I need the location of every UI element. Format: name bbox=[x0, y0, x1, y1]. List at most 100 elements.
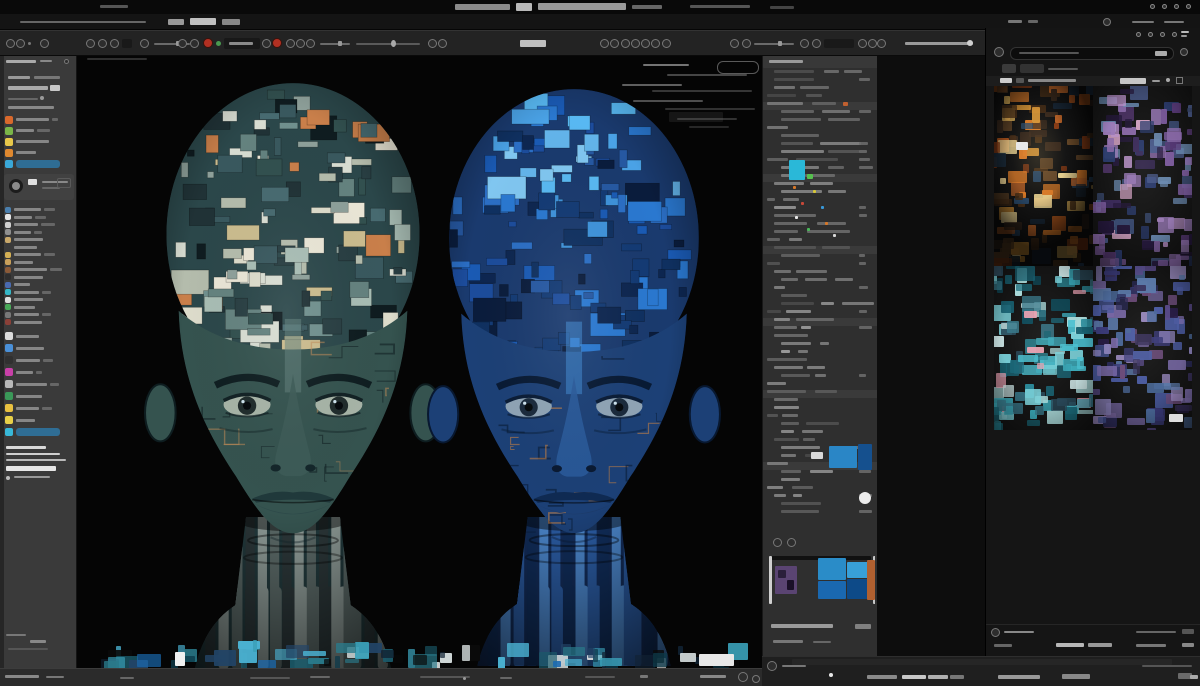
panel-icon[interactable] bbox=[787, 538, 796, 547]
value-chip[interactable] bbox=[50, 85, 60, 91]
list-item[interactable] bbox=[5, 236, 75, 244]
tool-button[interactable] bbox=[190, 39, 199, 48]
property-row[interactable] bbox=[763, 86, 877, 94]
tool-button[interactable] bbox=[868, 39, 877, 48]
filter-chip[interactable] bbox=[1002, 64, 1016, 73]
tool-button[interactable] bbox=[600, 39, 609, 48]
list-item[interactable] bbox=[5, 221, 75, 229]
list-item[interactable] bbox=[5, 206, 75, 214]
slider[interactable] bbox=[320, 43, 350, 45]
list-item[interactable] bbox=[5, 229, 75, 237]
list-item[interactable] bbox=[5, 354, 75, 366]
property-row[interactable] bbox=[763, 374, 877, 382]
slider-handle[interactable] bbox=[967, 40, 973, 46]
tool-button[interactable] bbox=[877, 39, 886, 48]
property-row[interactable] bbox=[763, 478, 877, 486]
tool-button[interactable] bbox=[641, 39, 650, 48]
gallery-thumbnail-violet-mosaic-cityscape[interactable] bbox=[1093, 86, 1192, 266]
property-row[interactable] bbox=[763, 366, 877, 374]
list-item[interactable] bbox=[5, 319, 75, 327]
list-item[interactable] bbox=[5, 244, 75, 252]
close-icon[interactable] bbox=[1166, 78, 1170, 82]
menu-icon[interactable] bbox=[1103, 18, 1111, 26]
gallery-search-input[interactable] bbox=[1010, 47, 1174, 60]
tool-button[interactable] bbox=[262, 39, 271, 48]
property-row[interactable] bbox=[763, 110, 877, 118]
property-row[interactable] bbox=[763, 318, 877, 326]
property-row[interactable] bbox=[763, 406, 877, 414]
property-row[interactable] bbox=[763, 182, 877, 190]
list-item[interactable] bbox=[5, 296, 75, 304]
gallery-thumbnail-amber-mosaic-head[interactable] bbox=[994, 86, 1093, 266]
list-item[interactable] bbox=[5, 426, 75, 438]
property-row[interactable] bbox=[763, 222, 877, 230]
slider[interactable] bbox=[754, 43, 794, 45]
property-row[interactable] bbox=[763, 334, 877, 342]
tool-button[interactable] bbox=[6, 39, 15, 48]
highlight-block[interactable] bbox=[829, 446, 857, 468]
property-row[interactable] bbox=[763, 470, 877, 478]
property-row[interactable] bbox=[763, 142, 877, 150]
window-control-icon[interactable] bbox=[1162, 4, 1167, 9]
list-item[interactable] bbox=[5, 414, 75, 426]
property-row[interactable] bbox=[763, 286, 877, 294]
tool-button[interactable] bbox=[610, 39, 619, 48]
hscroll-bar[interactable] bbox=[771, 624, 833, 628]
property-row[interactable] bbox=[763, 342, 877, 350]
property-row[interactable] bbox=[763, 422, 877, 430]
list-item[interactable] bbox=[5, 114, 75, 125]
value-chip[interactable] bbox=[520, 40, 546, 47]
property-row[interactable] bbox=[763, 302, 877, 310]
tool-button[interactable] bbox=[98, 39, 107, 48]
property-row[interactable] bbox=[763, 310, 877, 318]
property-row[interactable] bbox=[763, 166, 877, 174]
property-row[interactable] bbox=[763, 382, 877, 390]
tool-button[interactable] bbox=[742, 39, 751, 48]
minimize-icon[interactable] bbox=[1152, 80, 1160, 82]
tool-button[interactable] bbox=[631, 39, 640, 48]
filter-chip[interactable] bbox=[1020, 64, 1044, 73]
tool-button[interactable] bbox=[110, 39, 119, 48]
list-item[interactable] bbox=[5, 259, 75, 267]
property-row[interactable] bbox=[763, 70, 877, 78]
property-row[interactable] bbox=[763, 102, 877, 110]
panel-header-icon[interactable] bbox=[64, 59, 69, 64]
tool-button[interactable] bbox=[812, 39, 821, 48]
gallery-footer-icon[interactable] bbox=[991, 628, 1000, 637]
slider[interactable] bbox=[905, 42, 973, 45]
sort-chip[interactable] bbox=[1120, 78, 1146, 84]
view-chip[interactable] bbox=[1016, 78, 1024, 83]
highlight-block[interactable] bbox=[858, 444, 872, 470]
gallery-thumbnail-teal-mosaic-cityscape[interactable] bbox=[994, 266, 1093, 430]
view-chip[interactable] bbox=[1000, 78, 1012, 83]
gallery-settings-icon[interactable] bbox=[1180, 48, 1188, 56]
property-row[interactable] bbox=[763, 238, 877, 246]
list-item[interactable] bbox=[5, 289, 75, 297]
value-chip[interactable] bbox=[122, 39, 132, 48]
property-row[interactable] bbox=[763, 78, 877, 86]
tool-button[interactable] bbox=[858, 39, 867, 48]
gallery-menu-icon[interactable] bbox=[994, 47, 1004, 57]
tool-button[interactable] bbox=[306, 39, 315, 48]
property-row[interactable] bbox=[763, 278, 877, 286]
property-row[interactable] bbox=[763, 390, 877, 398]
property-row[interactable] bbox=[763, 350, 877, 358]
selected-swatch[interactable] bbox=[789, 160, 805, 180]
value-chip[interactable] bbox=[28, 179, 37, 185]
list-item[interactable] bbox=[5, 136, 75, 147]
tool-button[interactable] bbox=[178, 39, 187, 48]
list-item[interactable] bbox=[5, 158, 75, 169]
tool-button[interactable] bbox=[86, 39, 95, 48]
tool-dot[interactable] bbox=[28, 42, 31, 45]
layer-thumb-cluster[interactable] bbox=[769, 554, 875, 616]
stop-button[interactable] bbox=[272, 38, 282, 48]
list-item[interactable] bbox=[5, 378, 75, 390]
list-item[interactable] bbox=[5, 274, 75, 282]
tool-button[interactable] bbox=[40, 39, 49, 48]
property-row[interactable] bbox=[763, 430, 877, 438]
property-row[interactable] bbox=[763, 126, 877, 134]
slider-handle[interactable] bbox=[391, 40, 396, 47]
tool-button[interactable] bbox=[438, 39, 447, 48]
property-row[interactable] bbox=[763, 150, 877, 158]
property-row[interactable] bbox=[763, 398, 877, 406]
